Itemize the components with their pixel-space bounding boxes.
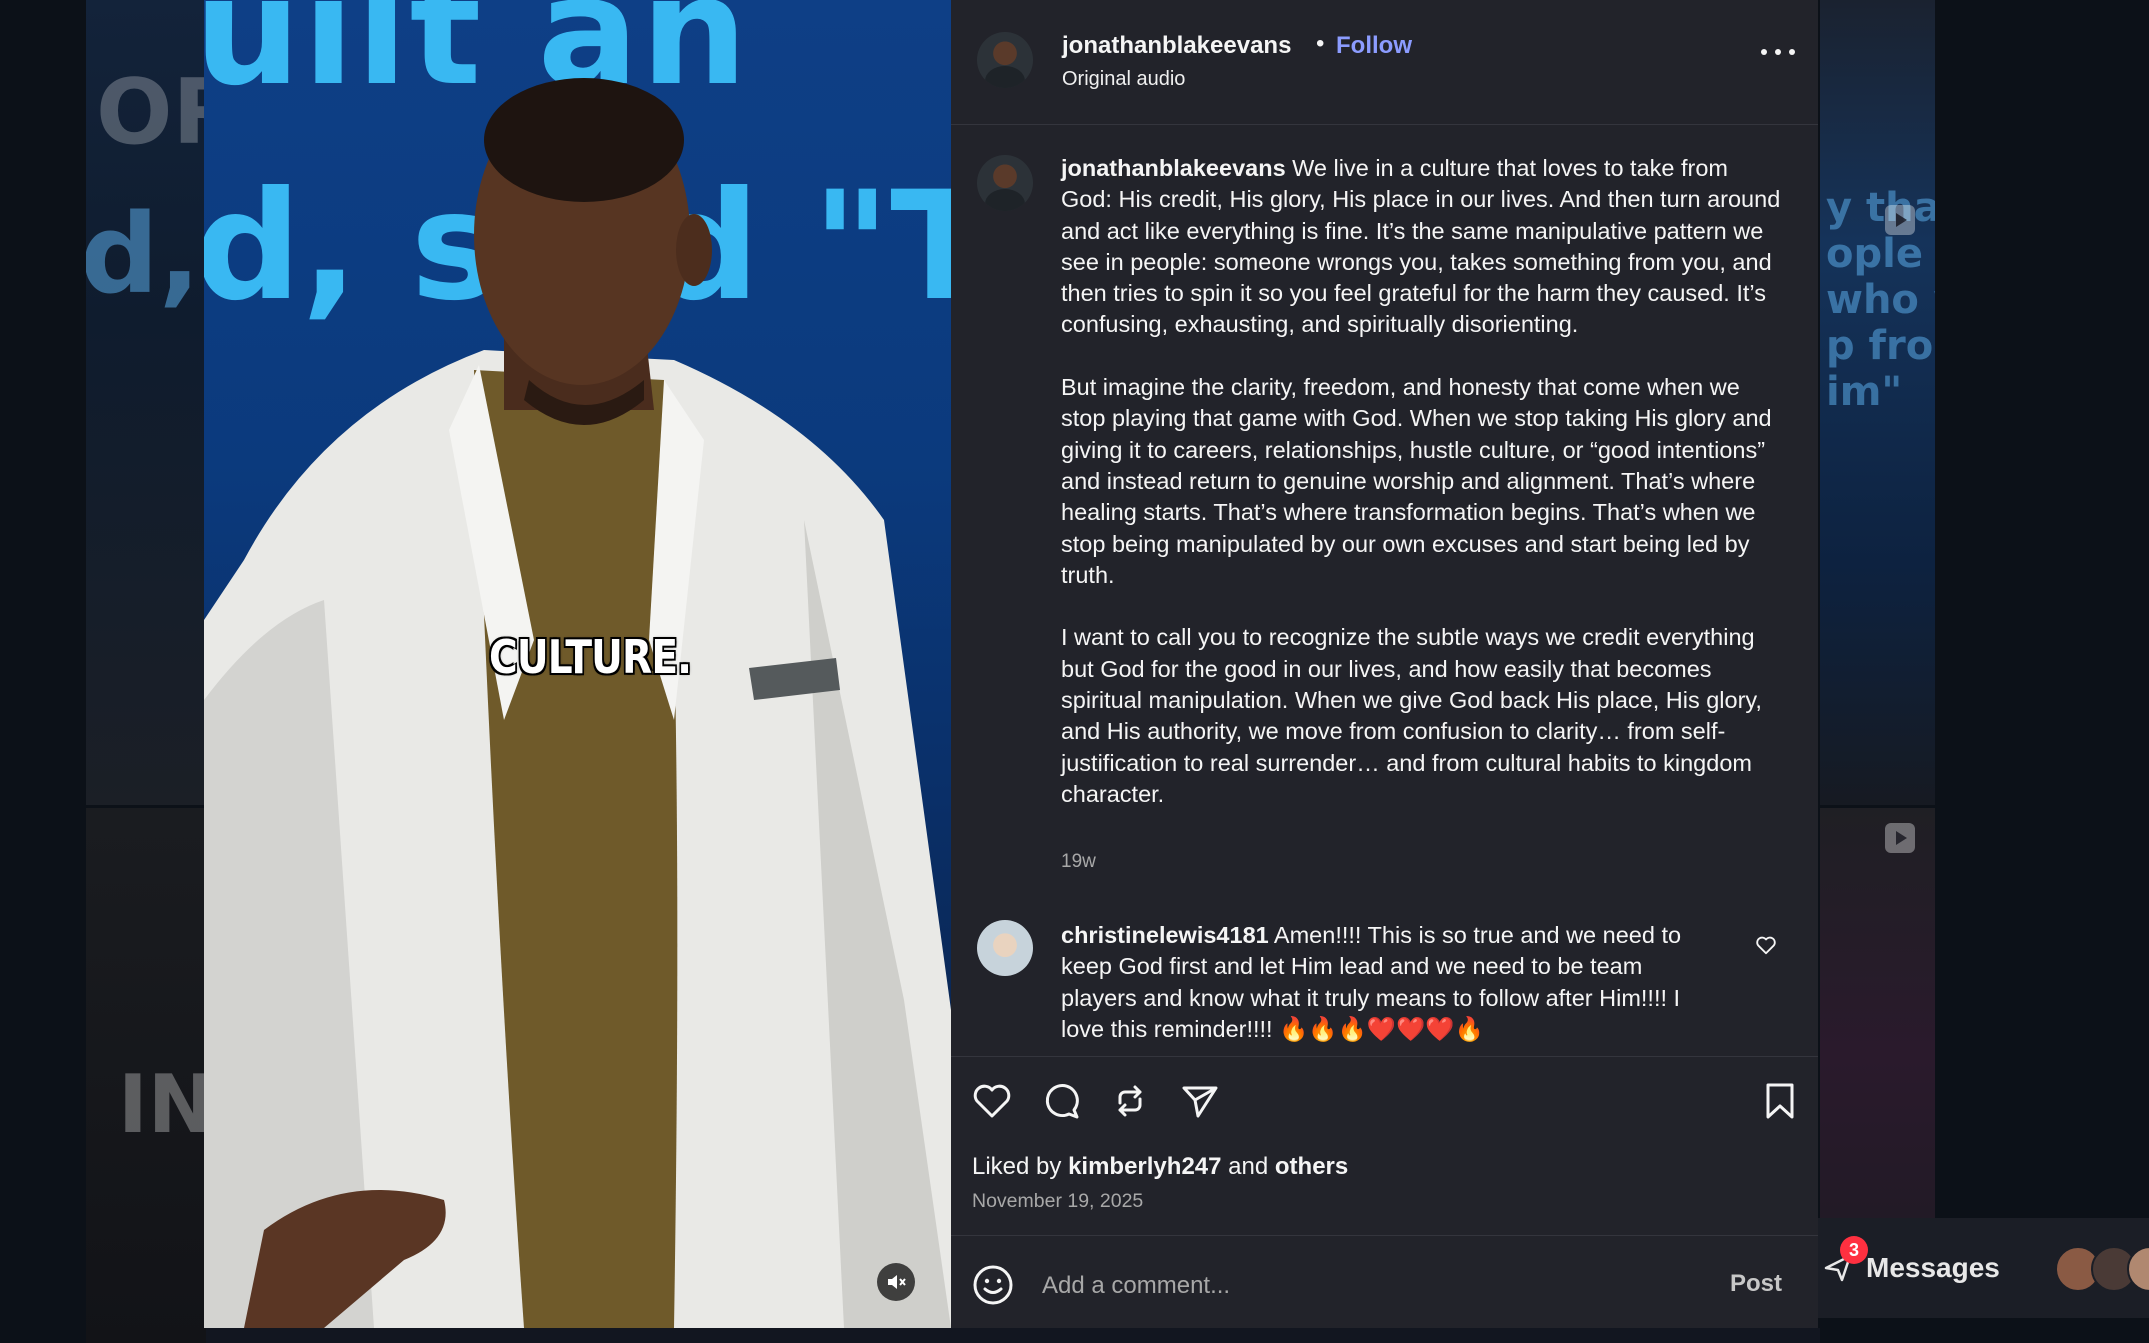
comment-composer: Post xyxy=(951,1235,1818,1330)
more-icon-dot xyxy=(1761,49,1767,55)
emoji-icon[interactable] xyxy=(972,1264,1014,1306)
audio-label[interactable]: Original audio xyxy=(1062,68,1185,91)
post-date[interactable]: November 19, 2025 xyxy=(972,1190,1143,1213)
author-avatar[interactable] xyxy=(977,32,1033,88)
liked-by-user[interactable]: kimberlyh247 xyxy=(1068,1153,1221,1180)
more-options-button[interactable] xyxy=(1761,44,1795,60)
comment-like-icon[interactable] xyxy=(1755,934,1777,956)
caption-timestamp[interactable]: 19w xyxy=(1061,851,1096,873)
separator-dot: • xyxy=(1316,30,1325,57)
post-header: jonathanblakeevans • Follow Original aud… xyxy=(951,0,1818,125)
video-caption: CULTURE. xyxy=(489,630,692,684)
liked-by-and: and xyxy=(1221,1153,1275,1180)
save-button[interactable] xyxy=(1758,1079,1802,1123)
bg-left-text-mid: d, xyxy=(86,190,201,318)
comment-bubble-icon xyxy=(1045,1084,1079,1119)
bg-tile-right-top: y that ople ass who wi p fron im" xyxy=(1820,0,1935,805)
bg-bottom-strip xyxy=(206,1328,1820,1343)
bg-left-text-top: ORN xyxy=(96,60,206,165)
liked-by-others[interactable]: others xyxy=(1275,1153,1348,1180)
bg-tile-left-top: ORN d, xyxy=(86,0,206,805)
author-username[interactable]: jonathanblakeevans xyxy=(1062,32,1291,60)
follow-button[interactable]: Follow xyxy=(1336,32,1412,60)
post-comment-button[interactable]: Post xyxy=(1730,1270,1782,1298)
repost-icon xyxy=(1118,1085,1142,1117)
bg-tile-right-bottom xyxy=(1820,808,1935,1218)
bg-right-text: y that ople ass who wi p fron im" xyxy=(1826,185,1935,415)
post-modal: uilt an d, said "To C xyxy=(204,0,1818,1328)
heart-icon xyxy=(973,1084,1011,1118)
post-actions: Liked by kimberlyh247 and others Novembe… xyxy=(951,1056,1818,1329)
comment-button[interactable] xyxy=(1040,1079,1084,1123)
repost-button[interactable] xyxy=(1108,1079,1152,1123)
caption-username[interactable]: jonathanblakeevans xyxy=(1061,155,1286,181)
share-button[interactable] xyxy=(1178,1079,1222,1123)
messages-icon: 3 xyxy=(1820,1236,1868,1286)
bg-left-text-bottom: IN xyxy=(118,1058,206,1151)
commenter-username[interactable]: christinelewis4181 xyxy=(1061,922,1269,948)
like-button[interactable] xyxy=(970,1079,1014,1123)
likes-summary: Liked by kimberlyh247 and others xyxy=(972,1153,1348,1181)
mute-button[interactable] xyxy=(877,1263,915,1301)
muted-speaker-icon xyxy=(888,1275,906,1289)
bg-right-strip xyxy=(1935,0,2149,1343)
reel-video[interactable]: uilt an d, said "To C xyxy=(204,0,951,1328)
add-comment-input[interactable] xyxy=(1040,1266,1684,1306)
bg-tile-left-bottom: IN xyxy=(86,808,206,1343)
messages-badge: 3 xyxy=(1840,1236,1868,1264)
caption-body: We live in a culture that loves to take … xyxy=(1061,155,1781,807)
send-icon xyxy=(1182,1086,1218,1118)
messages-label: Messages xyxy=(1866,1252,2000,1283)
comments-list[interactable]: jonathanblakeevans We live in a culture … xyxy=(951,125,1818,1055)
comment-text-block: christinelewis4181 Amen!!!! This is so t… xyxy=(1061,920,1721,1045)
caption-author-avatar[interactable] xyxy=(977,155,1033,211)
bg-reel-icon-2 xyxy=(1885,823,1915,853)
messages-avatars xyxy=(2055,1246,2149,1292)
more-icon-dot xyxy=(1775,49,1781,55)
post-details-panel: jonathanblakeevans • Follow Original aud… xyxy=(951,0,1818,1328)
bookmark-icon xyxy=(1766,1083,1794,1119)
commenter-avatar[interactable] xyxy=(977,920,1033,976)
liked-by-prefix: Liked by xyxy=(972,1153,1069,1180)
bg-reel-icon xyxy=(1885,205,1915,235)
caption-text-block: jonathanblakeevans We live in a culture … xyxy=(1061,153,1781,810)
more-icon-dot xyxy=(1789,49,1795,55)
messages-bar[interactable]: 3 Messages xyxy=(1800,1218,2149,1318)
